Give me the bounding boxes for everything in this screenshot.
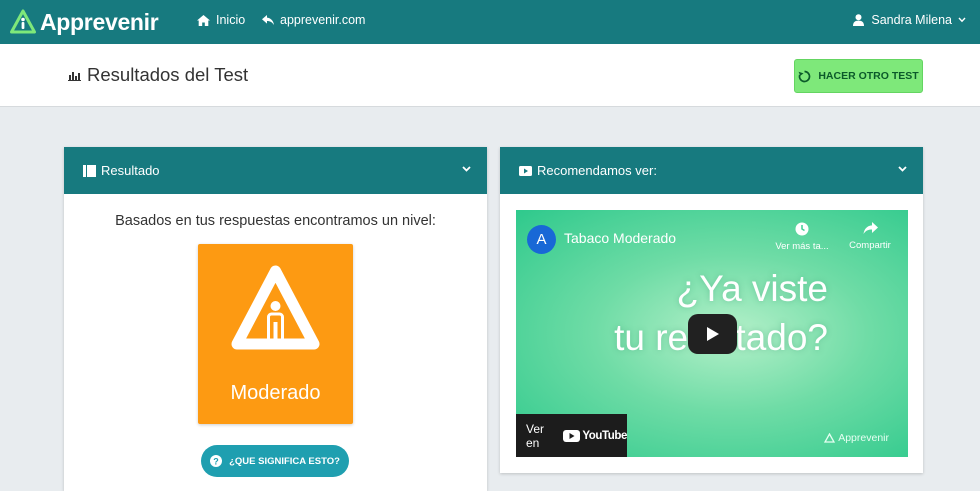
svg-text:?: ? — [213, 456, 219, 466]
result-card-header[interactable]: Resultado — [64, 147, 487, 194]
page-header: Resultados del Test HACER OTRO TEST — [0, 44, 980, 107]
share-button[interactable]: Compartir — [845, 222, 895, 251]
youtube-play-icon — [563, 429, 581, 442]
watermark-text: Apprevenir — [838, 432, 889, 444]
apprevenir-logo-icon — [824, 433, 836, 443]
result-lead-text: Basados en tus respuestas encontramos un… — [115, 213, 436, 229]
retake-test-button[interactable]: HACER OTRO TEST — [794, 59, 923, 93]
channel-avatar[interactable]: A — [527, 225, 556, 254]
recommended-video-card: Recomendamos ver: A Tabaco Moderado Ver … — [500, 147, 923, 473]
question-circle-icon: ? — [210, 455, 223, 467]
bar-chart-icon — [68, 71, 81, 81]
what-does-this-mean-button[interactable]: ? ¿QUE SIGNIFICA ESTO? — [201, 445, 349, 477]
chevron-down-icon — [462, 166, 471, 172]
youtube-video-player[interactable]: A Tabaco Moderado Ver más ta... Comparti… — [516, 210, 908, 457]
page-title: Resultados del Test — [68, 64, 248, 86]
youtube-logo: YouTube — [563, 429, 627, 442]
warning-person-icon — [231, 265, 320, 350]
chevron-down-icon — [898, 166, 907, 172]
nav-inicio[interactable]: Inicio — [197, 13, 245, 27]
watch-later-label: Ver más ta... — [775, 241, 829, 252]
user-menu[interactable]: Sandra Milena — [853, 13, 966, 27]
top-navbar: Apprevenir Inicio apprevenir.com Sandra … — [0, 0, 980, 44]
meaning-label: ¿QUE SIGNIFICA ESTO? — [229, 455, 340, 467]
refresh-icon — [798, 70, 811, 82]
play-icon — [706, 327, 719, 341]
video-headline-line1: ¿Ya viste — [676, 268, 828, 309]
nav-site-label: apprevenir.com — [280, 13, 366, 27]
chevron-down-icon — [958, 17, 966, 23]
watch-later-button[interactable]: Ver más ta... — [772, 222, 832, 252]
nav-inicio-label: Inicio — [216, 13, 246, 27]
reply-icon — [262, 15, 274, 25]
video-card-title: Recomendamos ver: — [537, 163, 657, 178]
user-name: Sandra Milena — [871, 13, 952, 27]
page-title-text: Resultados del Test — [87, 64, 249, 85]
level-label: Moderado — [230, 382, 321, 404]
watch-on-label: Ver en — [526, 421, 545, 450]
result-card: Resultado Basados en tus respuestas enco… — [64, 147, 487, 491]
clock-icon — [795, 222, 809, 236]
user-icon — [853, 14, 865, 26]
book-icon — [83, 164, 96, 177]
apprevenir-watermark: Apprevenir — [824, 432, 889, 444]
share-arrow-icon — [863, 222, 878, 234]
video-icon — [519, 165, 532, 176]
result-card-title: Resultado — [101, 163, 160, 178]
brand-name: Apprevenir — [40, 8, 159, 35]
home-icon — [197, 14, 210, 26]
brand[interactable]: Apprevenir — [10, 7, 159, 37]
level-badge: Moderado — [198, 244, 353, 424]
apprevenir-logo-icon — [10, 9, 36, 34]
watch-on-youtube-button[interactable]: Ver en YouTube — [516, 414, 627, 457]
youtube-wordmark: YouTube — [582, 429, 627, 442]
share-label: Compartir — [849, 240, 891, 251]
video-title[interactable]: Tabaco Moderado — [564, 230, 676, 246]
retake-label: HACER OTRO TEST — [818, 70, 919, 82]
nav-apprevenir-site[interactable]: apprevenir.com — [262, 13, 365, 27]
video-card-header[interactable]: Recomendamos ver: — [500, 147, 923, 194]
play-button[interactable] — [688, 314, 737, 354]
